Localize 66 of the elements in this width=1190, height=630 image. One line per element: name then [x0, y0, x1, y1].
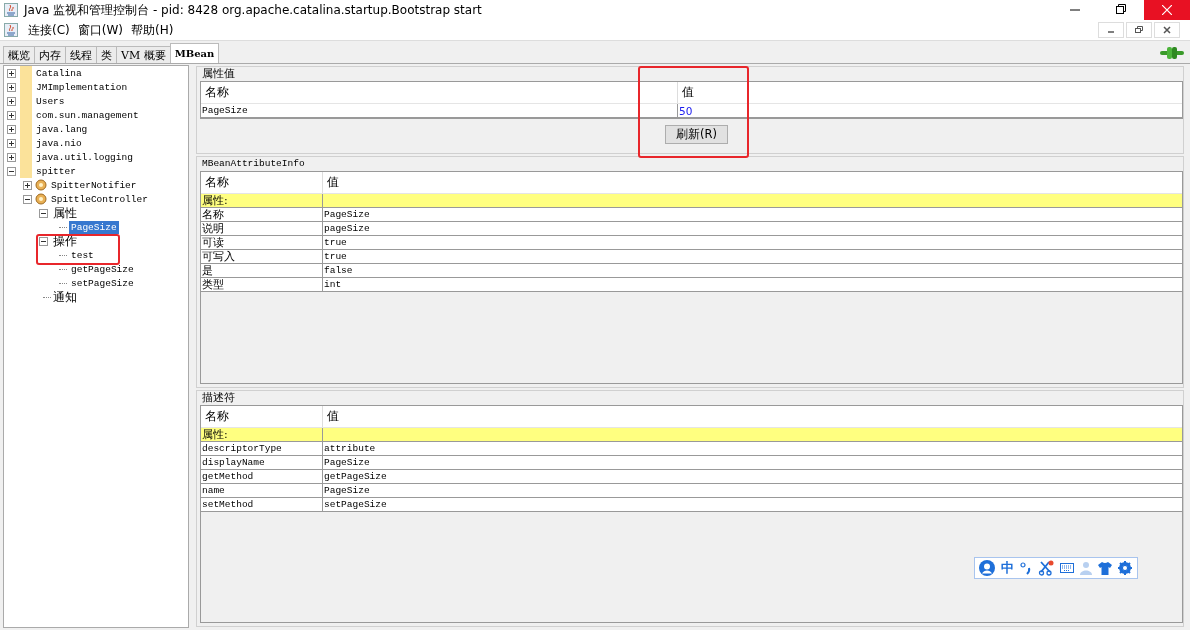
collapse-icon[interactable] [7, 166, 16, 176]
tab[interactable]: 概览 [3, 46, 35, 63]
java-cup-icon [4, 23, 18, 37]
tree-item[interactable]: com.sun.management [34, 108, 141, 122]
table-cell: int [322, 278, 1182, 292]
section-title: MBeanAttributeInfo [201, 157, 305, 171]
close-button[interactable] [1144, 0, 1190, 20]
expand-icon[interactable] [23, 180, 32, 190]
column-header[interactable]: 值 [322, 406, 1182, 428]
table-cell: 属性: [201, 428, 322, 443]
tree-item[interactable]: test [69, 248, 96, 262]
expand-icon[interactable] [7, 82, 16, 92]
column-header[interactable]: 值 [677, 82, 1182, 103]
tree-item[interactable]: java.nio [34, 136, 84, 150]
tab[interactable]: VM 概要 [116, 46, 171, 63]
menu-item[interactable]: 连接(C) [24, 21, 74, 39]
table-cell: 属性: [201, 194, 322, 208]
tree-item[interactable]: Catalina [34, 66, 84, 80]
menu-item[interactable]: 帮助(H) [127, 21, 178, 39]
tree-item[interactable]: getPageSize [69, 262, 136, 276]
close-icon [1162, 5, 1172, 15]
tab[interactable]: 类 [96, 46, 117, 63]
tree-item[interactable]: JMImplementation [34, 80, 130, 94]
tree-item[interactable]: 属性 [51, 206, 79, 220]
bean-icon [35, 193, 47, 205]
section-title: 属性值 [201, 67, 235, 81]
java-cup-icon [4, 3, 18, 17]
window-title: Java 监视和管理控制台 - pid: 8428 org.apache.catalina.startup.Bootstrap start [24, 1, 483, 19]
folder-icon [19, 66, 33, 80]
tree-item[interactable]: PageSize [69, 220, 119, 234]
table-cell: 类型 [201, 278, 322, 292]
collapse-icon[interactable] [23, 194, 32, 204]
table-cell: setMethod [201, 498, 322, 513]
folder-icon [19, 164, 33, 178]
tab[interactable]: 线程 [65, 46, 97, 63]
tree-item[interactable]: SpitterNotifier [49, 178, 139, 192]
expand-icon[interactable] [7, 68, 16, 78]
tree-item[interactable]: spitter [34, 164, 78, 178]
plug-icon[interactable] [1160, 46, 1184, 60]
section-title: 描述符 [201, 391, 235, 406]
tree-item[interactable]: setPageSize [69, 276, 136, 290]
collapse-icon[interactable] [39, 208, 48, 218]
tab[interactable]: 内存 [34, 46, 66, 63]
table-cell: PageSize [201, 104, 677, 118]
tree-item[interactable]: java.lang [34, 122, 90, 136]
collapse-icon[interactable] [39, 236, 48, 246]
bean-icon [35, 179, 47, 191]
refresh-button[interactable]: 刷新(R) [665, 125, 728, 144]
tree-item[interactable]: SpittleController [49, 192, 150, 206]
tree-item[interactable]: Users [34, 94, 67, 108]
column-header[interactable]: 名称 [201, 82, 677, 103]
column-header[interactable]: 值 [322, 172, 1182, 193]
tree-item[interactable]: 通知 [51, 290, 79, 304]
table-cell: setPageSize [322, 498, 1182, 513]
tree-item[interactable]: java.util.logging [34, 150, 135, 164]
expand-icon[interactable] [7, 96, 16, 106]
menu-item[interactable]: 窗口(W) [73, 21, 127, 39]
expand-icon[interactable] [7, 138, 16, 148]
column-header[interactable]: 名称 [201, 172, 322, 193]
expand-icon[interactable] [7, 124, 16, 134]
tree-item[interactable]: 操作 [51, 234, 79, 248]
table-cell: 50 [677, 104, 1182, 118]
tab[interactable]: MBean [169, 43, 220, 63]
expand-icon[interactable] [7, 152, 16, 162]
column-header[interactable]: 名称 [201, 406, 322, 428]
expand-icon[interactable] [7, 110, 16, 120]
